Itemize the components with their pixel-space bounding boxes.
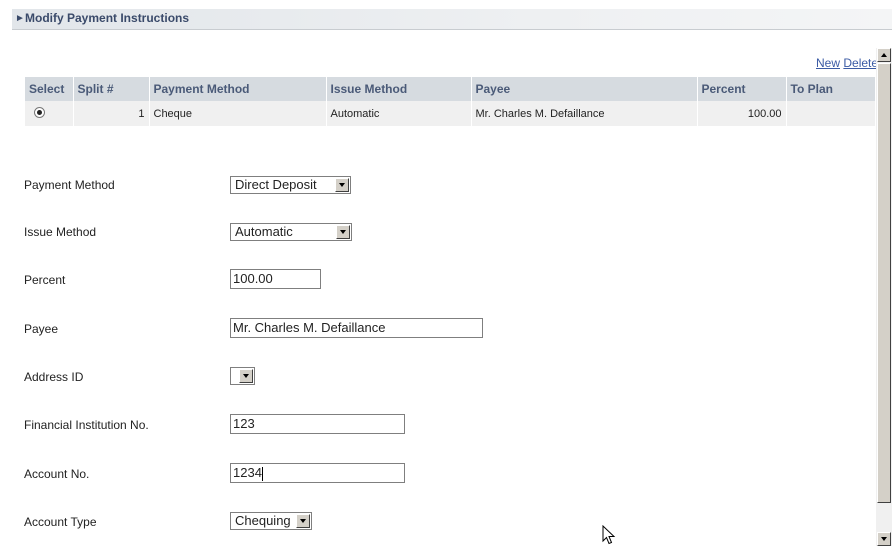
mouse-pointer-icon — [602, 525, 616, 545]
select-cell[interactable] — [25, 101, 74, 126]
section-header[interactable]: ► Modify Payment Instructions — [12, 9, 892, 30]
column-header[interactable]: Payee — [471, 77, 698, 101]
split-cell: 1 — [73, 101, 150, 126]
dropdown-arrow-icon[interactable] — [335, 178, 349, 192]
scroll-up-arrow-icon[interactable] — [877, 48, 891, 62]
to-plan-cell — [786, 101, 876, 126]
dropdown-arrow-icon[interactable] — [336, 225, 350, 239]
financial-institution-input[interactable]: 123 — [230, 414, 405, 434]
payment-method-label: Payment Method — [24, 178, 115, 192]
section-title: Modify Payment Instructions — [25, 11, 190, 25]
percent-input[interactable]: 100.00 — [230, 269, 321, 289]
address-id-label: Address ID — [24, 370, 84, 384]
column-header[interactable]: Payment Method — [149, 77, 327, 101]
dropdown-arrow-icon[interactable] — [239, 369, 253, 383]
percent-label: Percent — [24, 273, 66, 287]
issue-method-value: Automatic — [235, 224, 293, 239]
table-row[interactable]: 1 Cheque Automatic Mr. Charles M. Defail… — [25, 101, 876, 126]
issue-method-cell: Automatic — [326, 101, 472, 126]
percent-cell: 100.00 — [697, 101, 787, 126]
payment-method-value: Direct Deposit — [235, 177, 317, 192]
table-header-row: Select Split # Payment Method Issue Meth… — [25, 77, 876, 101]
account-no-value: 1234 — [233, 465, 262, 480]
text-caret — [261, 466, 263, 481]
account-type-value: Chequing — [235, 513, 291, 528]
expand-arrow-icon[interactable]: ► — [15, 13, 25, 24]
column-header[interactable]: Select — [25, 77, 74, 101]
issue-method-label: Issue Method — [24, 225, 97, 239]
payee-label: Payee — [24, 322, 59, 336]
payee-cell: Mr. Charles M. Defaillance — [471, 101, 698, 126]
payee-input[interactable]: Mr. Charles M. Defaillance — [230, 318, 483, 338]
row-select-radio[interactable] — [34, 106, 45, 118]
account-type-label: Account Type — [24, 515, 97, 529]
grid-actions: New Delete — [816, 56, 878, 70]
column-header[interactable]: Split # — [73, 77, 150, 101]
dropdown-arrow-icon[interactable] — [296, 514, 310, 528]
account-no-input[interactable]: 1234 — [230, 463, 405, 483]
account-no-label: Account No. — [24, 467, 90, 481]
payment-method-cell: Cheque — [149, 101, 327, 126]
scroll-down-arrow-icon[interactable] — [877, 532, 891, 546]
payment-instructions-table: Select Split # Payment Method Issue Meth… — [25, 77, 876, 126]
new-link[interactable]: New — [816, 56, 840, 70]
financial-institution-label: Financial Institution No. — [24, 418, 149, 432]
payment-method-select[interactable]: Direct Deposit — [230, 176, 351, 194]
account-type-select[interactable]: Chequing — [230, 512, 312, 530]
column-header[interactable]: Percent — [697, 77, 787, 101]
issue-method-select[interactable]: Automatic — [230, 223, 352, 241]
scrollbar-thumb[interactable] — [877, 63, 891, 503]
column-header[interactable]: To Plan — [786, 77, 876, 101]
delete-link[interactable]: Delete — [843, 56, 878, 70]
vertical-scrollbar[interactable] — [876, 48, 892, 546]
address-id-select[interactable] — [230, 367, 255, 385]
column-header[interactable]: Issue Method — [326, 77, 472, 101]
